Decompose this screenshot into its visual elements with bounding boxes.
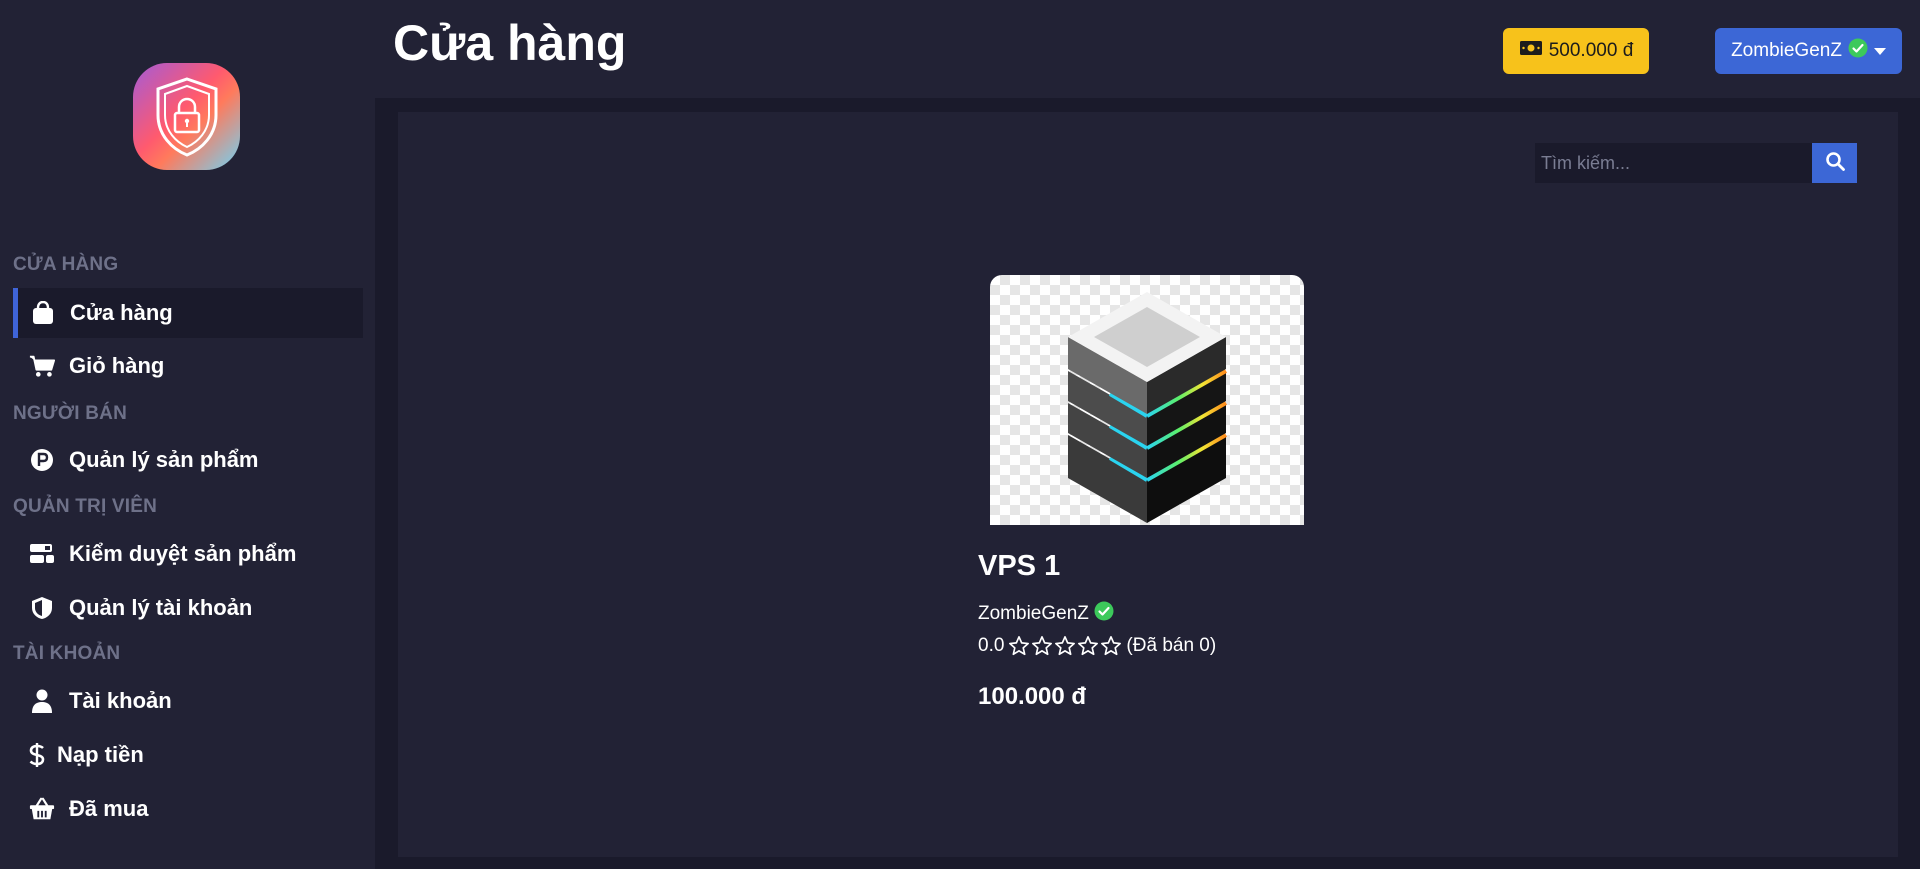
sidebar-item-shop[interactable]: Cửa hàng [13,288,363,338]
sidebar-item-account-management[interactable]: Quản lý tài khoản [13,583,363,633]
shield-lock-logo-icon [156,76,217,157]
section-label-seller: NGƯỜI BÁN [13,403,127,424]
section-label-account: TÀI KHOẢN [13,643,121,664]
dollar-icon [29,742,45,768]
search-icon [1825,151,1845,176]
star-outline-icon [1055,636,1076,656]
sidebar-item-label: Tài khoản [69,688,172,713]
shield-icon [29,595,55,621]
star-outline-icon [1009,636,1030,656]
sidebar-item-label: Quản lý sản phẩm [69,447,259,472]
search-input[interactable] [1535,143,1813,183]
star-outline-icon [1078,636,1099,656]
product-seller: ZombieGenZ [978,601,1114,627]
username: ZombieGenZ [1731,40,1842,61]
sidebar-item-product-management[interactable]: Quản lý sản phẩm [13,435,363,485]
page-title: Cửa hàng [393,15,627,71]
sidebar-item-account[interactable]: Tài khoản [13,676,363,726]
shopping-bag-icon [30,300,56,326]
verified-check-icon [1094,601,1114,627]
search-button[interactable] [1812,143,1857,183]
sidebar-item-label: Giỏ hàng [69,353,165,378]
product-p-icon [29,447,55,473]
sidebar: CỬA HÀNG Cửa hàng Giỏ hàng NGƯỜI BÁN Quả… [0,0,375,869]
section-label-shop: CỬA HÀNG [13,254,119,275]
sidebar-item-label: Quản lý tài khoản [69,595,253,620]
rating-stars [1008,635,1122,657]
user-menu-button[interactable]: ZombieGenZ [1715,28,1902,74]
sidebar-item-label: Nạp tiền [57,742,144,767]
user-icon [29,688,55,714]
cash-icon [1519,40,1543,62]
product-rating: 0.0 (Đã bán 0) [978,635,1216,657]
balance-badge[interactable]: 500.000 đ [1503,28,1649,74]
seller-name: ZombieGenZ [978,603,1089,624]
section-label-admin: QUẢN TRỊ VIÊN [13,496,158,517]
basket-icon [29,796,55,822]
sidebar-item-purchased[interactable]: Đã mua [13,784,363,834]
verified-check-icon [1848,38,1868,64]
balance-amount: 500.000 đ [1548,40,1634,61]
app-logo[interactable] [133,63,240,170]
sold-count: (Đã bán 0) [1126,635,1217,656]
product-image[interactable] [990,275,1304,525]
sidebar-item-product-moderation[interactable]: Kiểm duyệt sản phẩm [13,529,363,579]
star-outline-icon [1032,636,1053,656]
moderation-icon [29,541,55,567]
product-price: 100.000 đ [978,683,1087,710]
rating-value: 0.0 [978,635,1005,656]
product-name[interactable]: VPS 1 [978,550,1060,583]
sidebar-item-label: Kiểm duyệt sản phẩm [69,541,297,566]
chevron-down-icon [1873,47,1886,55]
sidebar-item-label: Đã mua [69,796,149,821]
sidebar-item-deposit[interactable]: Nạp tiền [13,730,363,780]
server-stack-icon [1068,292,1227,523]
sidebar-item-label: Cửa hàng [70,300,173,325]
cart-icon [29,353,55,379]
sidebar-item-cart[interactable]: Giỏ hàng [13,341,363,391]
star-outline-icon [1101,636,1122,656]
